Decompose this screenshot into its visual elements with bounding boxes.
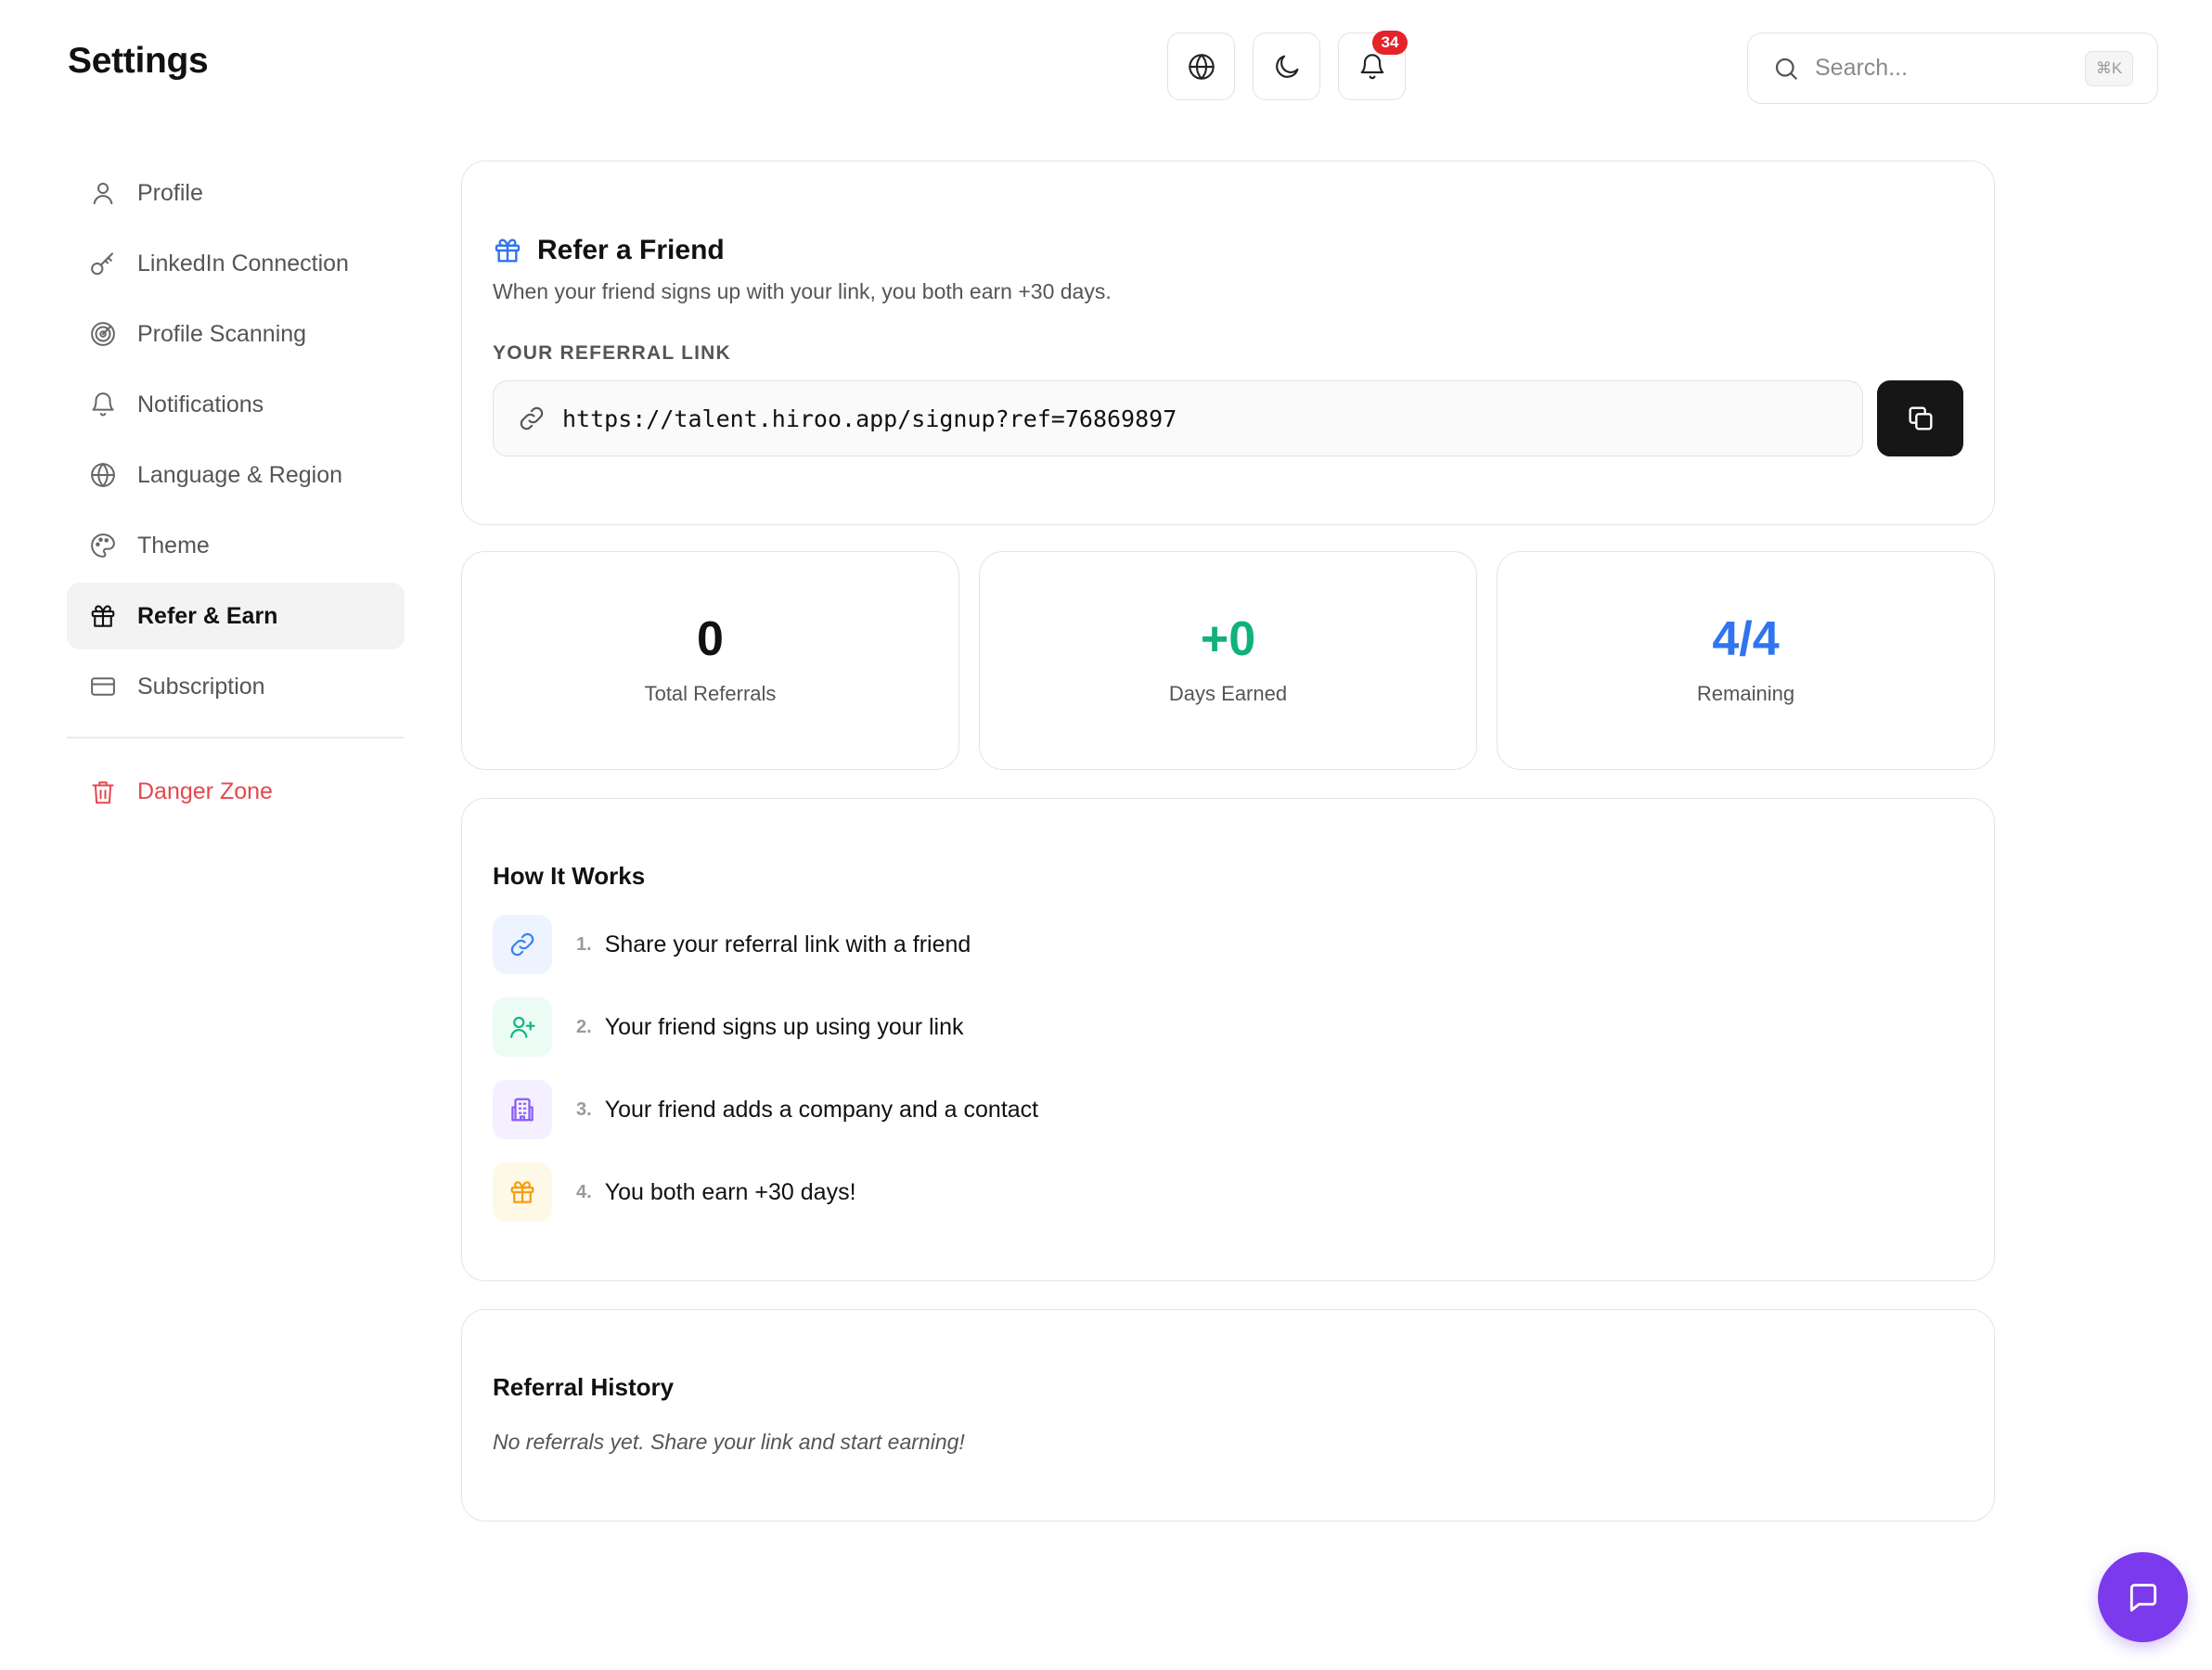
refer-a-friend-card: Refer a Friend When your friend signs up… <box>461 161 1995 525</box>
stat-remaining: 4/4 Remaining <box>1497 551 1995 770</box>
refer-title-row: Refer a Friend <box>493 235 725 266</box>
gift-icon <box>510 1181 534 1203</box>
step-icon-badge <box>493 997 552 1057</box>
how-step: 4. You both earn +30 days! <box>493 1163 856 1222</box>
step-number: 4. <box>576 1181 592 1202</box>
stat-label: Total Referrals <box>644 682 777 705</box>
stat-label: Remaining <box>1696 682 1795 705</box>
user-icon <box>93 183 113 205</box>
how-step: 2. Your friend signs up using your link <box>493 997 964 1057</box>
step-number: 3. <box>576 1098 592 1120</box>
gift-icon <box>91 605 115 627</box>
step-number: 2. <box>576 1016 592 1037</box>
sidebar-item-label: Subscription <box>137 673 265 700</box>
sidebar-item-linkedin-connection[interactable]: LinkedIn Connection <box>67 230 405 297</box>
search-shortcut-hint: ⌘K <box>2085 50 2133 86</box>
sidebar-item-label: Language & Region <box>137 461 343 488</box>
sidebar-item-label: Profile Scanning <box>137 320 307 347</box>
chat-support-button[interactable] <box>2098 1552 2188 1642</box>
stat-value: +0 <box>1200 612 1256 666</box>
bell-icon <box>92 392 114 417</box>
stat-value: 0 <box>697 612 724 666</box>
page-title: Settings <box>68 41 209 81</box>
sidebar-item-language-region[interactable]: Language & Region <box>67 442 405 508</box>
sidebar-item-notifications[interactable]: Notifications <box>67 371 405 438</box>
chat-bubble-icon <box>2129 1583 2156 1612</box>
sidebar-item-refer-earn[interactable]: Refer & Earn <box>67 583 405 649</box>
step-icon-badge <box>493 915 552 974</box>
how-step: 3. Your friend adds a company and a cont… <box>493 1080 1038 1139</box>
credit-card-icon <box>91 677 115 696</box>
search-icon <box>1775 58 1797 80</box>
key-icon <box>91 252 113 276</box>
referral-history-empty-state: No referrals yet. Share your link and st… <box>493 1430 965 1454</box>
copy-link-button[interactable] <box>1877 380 1963 456</box>
sidebar-item-label: LinkedIn Connection <box>137 250 349 276</box>
stat-total-referrals: 0 Total Referrals <box>461 551 959 770</box>
sidebar-item-theme[interactable]: Theme <box>67 512 405 579</box>
search-box[interactable]: ⌘K <box>1747 32 2158 104</box>
gift-icon <box>495 238 521 263</box>
stat-days-earned: +0 Days Earned <box>979 551 1477 770</box>
sidebar-item-profile-scanning[interactable]: Profile Scanning <box>67 301 405 367</box>
sidebar-divider <box>67 737 405 739</box>
copy-icon <box>1908 406 1933 430</box>
link-icon <box>510 932 534 957</box>
settings-sidebar: Profile LinkedIn Connection Profile Scan… <box>67 160 405 829</box>
step-text: You both earn +30 days! <box>604 1178 856 1205</box>
step-icon-badge <box>493 1163 552 1222</box>
referral-history-card: Referral History No referrals yet. Share… <box>461 1309 1995 1522</box>
sidebar-item-label: Profile <box>137 179 203 206</box>
how-it-works-title: How It Works <box>493 862 646 890</box>
language-button[interactable] <box>1167 32 1235 100</box>
globe-icon <box>91 462 115 488</box>
referral-history-title: Referral History <box>493 1373 675 1401</box>
radar-icon <box>91 322 115 346</box>
refer-subtitle: When your friend signs up with your link… <box>493 279 1112 303</box>
notifications-button[interactable]: 34 <box>1338 31 1408 100</box>
refer-title: Refer a Friend <box>537 235 725 265</box>
sidebar-item-profile[interactable]: Profile <box>67 160 405 226</box>
step-text: Your friend adds a company and a contact <box>604 1096 1039 1123</box>
globe-icon <box>1188 53 1215 80</box>
sidebar-item-danger-zone[interactable]: Danger Zone <box>67 759 405 826</box>
step-icon-badge <box>493 1080 552 1139</box>
user-plus-icon <box>510 1016 535 1038</box>
trash-icon <box>92 780 114 803</box>
sidebar-item-label: Notifications <box>137 391 264 418</box>
step-text: Your friend signs up using your link <box>604 1013 964 1040</box>
stat-value: 4/4 <box>1712 612 1780 666</box>
referral-link-label: YOUR REFERRAL LINK <box>493 342 731 364</box>
step-number: 1. <box>576 933 592 955</box>
bell-icon <box>1360 53 1383 79</box>
sidebar-item-label: Refer & Earn <box>137 602 278 629</box>
how-it-works-card: How It Works 1. Share your referral link… <box>461 798 1995 1281</box>
building-icon <box>511 1098 534 1122</box>
search-input[interactable] <box>1815 55 2085 82</box>
notification-count-badge: 34 <box>1372 31 1408 55</box>
sidebar-item-label: Theme <box>137 532 210 559</box>
referral-link-url[interactable]: https://talent.hiroo.app/signup?ref=7686… <box>562 405 1177 432</box>
moon-icon <box>1275 55 1298 78</box>
sidebar-item-subscription[interactable]: Subscription <box>67 653 405 720</box>
theme-toggle-button[interactable] <box>1253 32 1320 100</box>
sidebar-item-label: Danger Zone <box>137 778 273 804</box>
link-icon <box>520 406 544 430</box>
stat-label: Days Earned <box>1168 682 1288 705</box>
how-step: 1. Share your referral link with a frien… <box>493 915 971 974</box>
referral-link-field[interactable]: https://talent.hiroo.app/signup?ref=7686… <box>493 380 1863 456</box>
palette-icon <box>91 533 115 558</box>
step-text: Share your referral link with a friend <box>604 931 971 957</box>
